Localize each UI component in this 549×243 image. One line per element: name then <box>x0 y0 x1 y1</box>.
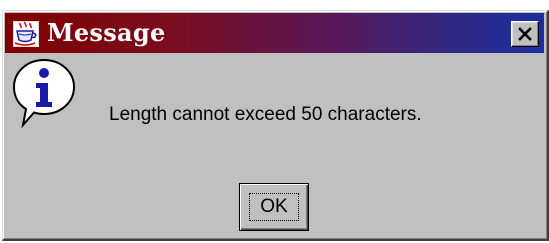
message-dialog: Message Length cannot exceed 50 characte… <box>2 10 549 241</box>
close-button[interactable] <box>511 21 539 47</box>
coffee-cup-icon <box>12 20 40 48</box>
title-bar[interactable]: Message <box>5 13 544 53</box>
ok-button[interactable]: OK <box>239 183 309 231</box>
message-text: Length cannot exceed 50 characters. <box>109 104 422 125</box>
info-icon <box>11 57 77 129</box>
window-title: Message <box>47 18 166 47</box>
ok-button-label: OK <box>249 193 299 221</box>
